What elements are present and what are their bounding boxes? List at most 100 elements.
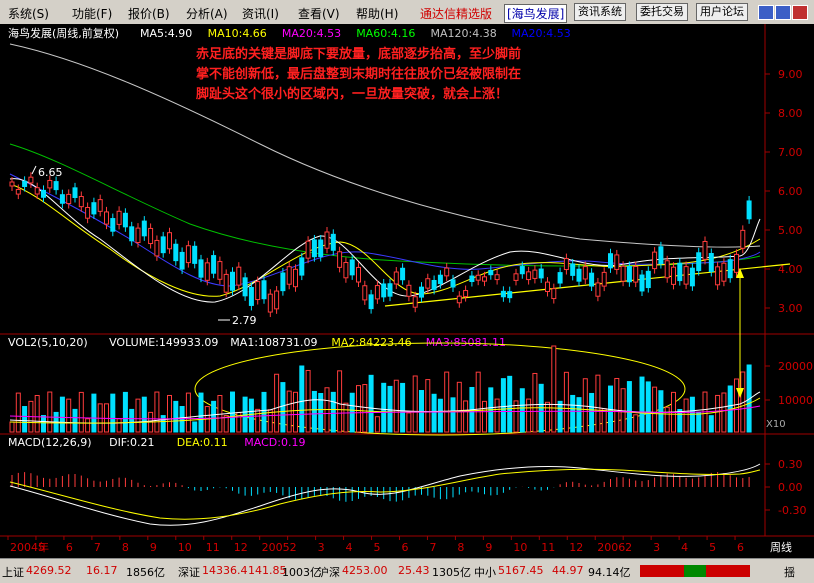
x-label-26: 6 [737,541,744,554]
candle-body [444,267,450,277]
volume-bar [519,388,525,433]
ma-label-3: MA60:4.16 [356,27,415,40]
x-label-6: 10 [178,541,192,554]
macd-tick-2: -0.30 [778,504,806,517]
candle-body [450,279,456,288]
volume-bar [582,378,588,433]
volume-bar [658,390,664,433]
candle-body [15,188,21,195]
volume-bar [129,408,135,433]
volume-bar [614,377,620,433]
volume-bar [721,392,727,433]
x-label-22: 2 [625,541,632,554]
volume-bar [734,378,739,433]
candle-body [286,266,292,285]
volume-bar [431,393,437,433]
candle-body [689,267,695,287]
x-label-10: 2 [290,541,297,554]
candle-body [248,286,254,306]
menu-analysis[interactable]: 分析(A) [186,5,228,22]
x-label-15: 7 [429,541,436,554]
volume-bar [708,415,714,433]
volume-bar [34,394,40,433]
stock-chart[interactable]: 海鸟发展(周线,前复权) MA5:4.90 MA10:4.66 MA20:4.53 M… [0,24,814,558]
menu-view[interactable]: 查看(V) [298,5,340,22]
status-hs-amount: 1305亿 [432,566,471,579]
candle-body [589,272,595,287]
candle-body [34,187,40,195]
period-label: 周线 [770,540,792,554]
menu-function[interactable]: 功能(F) [72,5,112,22]
trade-button[interactable]: 委托交易 [636,3,688,21]
price-tick-0: 9.00 [778,68,803,81]
x-label-7: 11 [206,541,220,554]
candle-body [614,254,620,270]
volume-bar [343,402,349,433]
info-system-button[interactable]: 资讯系统 [574,3,626,21]
annotation-line-2: 掌不能创新低，最后盘整到末期时往往股价已经被限制在 [196,66,521,82]
volume-bar [255,408,261,433]
candle-body [204,262,210,281]
x-label-25: 5 [709,541,716,554]
volume-bar [633,414,639,433]
menu-system[interactable]: 系统(S) [8,5,49,22]
candle-body [91,202,97,215]
volume-bar [280,382,286,433]
candle-body [72,187,78,199]
volume-bar [645,381,651,433]
volume-bar [437,398,443,433]
menu-info[interactable]: 资讯(I) [242,5,279,22]
volume-bar [406,412,412,433]
candle-body [236,266,242,286]
candle-body [412,296,418,308]
candle-body [425,278,431,289]
candle-body [274,290,280,310]
status-sh-label: 上证 [2,566,24,579]
volume-bar [551,345,557,433]
volume-bar [456,381,462,433]
candle-body [9,181,15,187]
market-heat-bar [640,565,750,577]
volume-bar [374,416,380,433]
candle-body [545,281,550,292]
x-label-17: 9 [485,541,492,554]
price-tick-1: 8.00 [778,107,803,120]
candle-body [242,277,248,297]
volume-bar [9,421,15,433]
close-icon[interactable] [792,5,808,20]
volume-bar [91,393,97,433]
candle-body [633,265,639,283]
candle-body [387,283,393,297]
candle-body [746,200,752,220]
candle-body [330,233,336,251]
candle-body [261,280,267,300]
x-label-13: 5 [374,541,381,554]
price-tick-2: 7.00 [778,146,803,159]
status-sz-label: 深证 [178,566,200,579]
menu-help[interactable]: 帮助(H) [356,5,398,22]
x-label-19: 11 [541,541,555,554]
vol-label-1: VOLUME:149933.09 [109,336,218,349]
menu-quote[interactable]: 报价(B) [128,5,170,22]
candle-body [727,259,733,279]
app-brand: 通达信精选版 [420,7,493,21]
candle-body [192,245,198,264]
maximize-icon[interactable] [775,5,791,20]
candle-body [494,274,500,281]
volume-bar [494,398,500,433]
forum-button[interactable]: 用户论坛 [696,3,748,21]
status-end-label[interactable]: 揺 [784,564,795,580]
volume-bar [482,400,487,433]
volume-bar [393,379,399,433]
macd-label-2: DEA:0.11 [177,436,228,449]
status-hs-change: 25.43 [398,564,430,577]
candle-body [311,239,317,258]
candle-body [601,271,607,287]
minimize-icon[interactable] [758,5,774,20]
price-tick-6: 3.00 [778,302,803,315]
candle-body [576,268,582,282]
macd-tick-0: 0.30 [778,458,803,471]
candle-body [419,286,424,298]
volume-bar [425,379,431,433]
annotation: 赤足底的关键是脚底下要放量，底部逐步抬高，至少脚前 掌不能创新低，最后盘整到末期… [196,46,521,102]
